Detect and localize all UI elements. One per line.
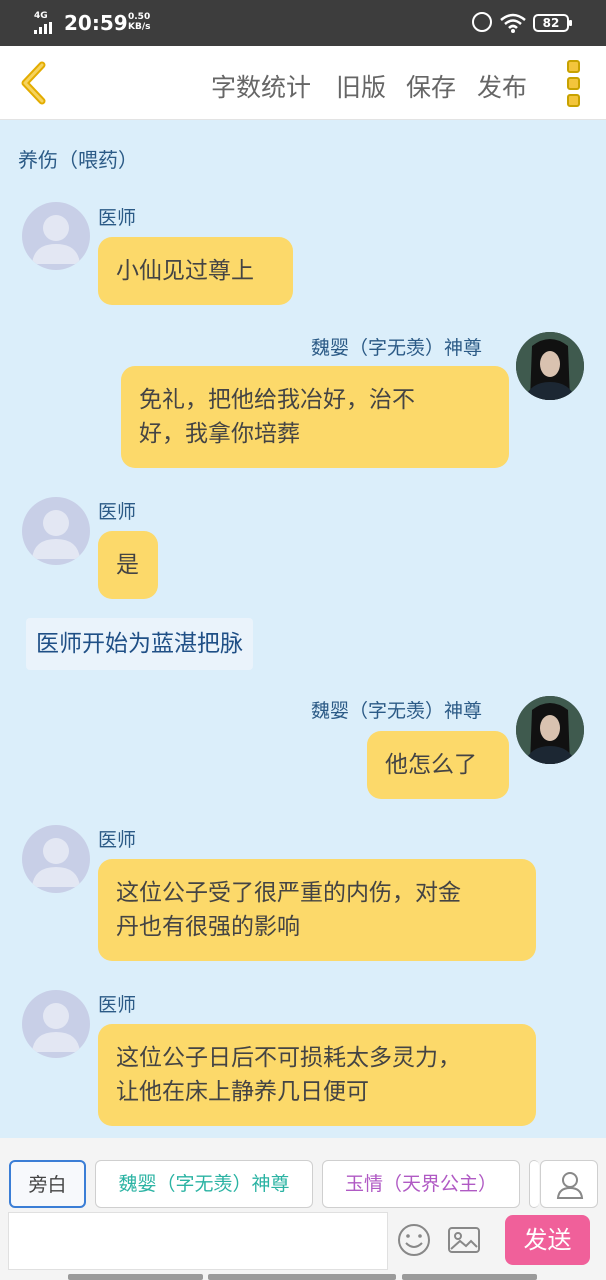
- net-speed-unit: KB/s: [128, 22, 151, 32]
- speaker-name: 医师: [98, 994, 137, 1016]
- clock: 20:59: [64, 11, 128, 35]
- message-bubble[interactable]: 他怎么了: [367, 731, 509, 799]
- image-icon[interactable]: [446, 1222, 482, 1258]
- word-count-button[interactable]: 字数统计: [211, 68, 311, 104]
- save-button[interactable]: 保存: [406, 68, 456, 104]
- message-bubble[interactable]: 这位公子日后不可损耗太多灵力， 让他在床上静养几日便可: [98, 1024, 536, 1126]
- speaker-name: 魏婴（字无羡）神尊: [311, 700, 483, 722]
- send-button[interactable]: 发送: [505, 1215, 590, 1265]
- avatar[interactable]: [22, 990, 90, 1058]
- speaker-name: 医师: [98, 829, 137, 851]
- speaker-name: 魏婴（字无羡）神尊: [311, 337, 483, 359]
- status-bar: 4G 20:59 0.50 KB/s 82: [0, 0, 606, 46]
- character-manage-button[interactable]: [540, 1160, 598, 1208]
- signal-icon: [34, 22, 52, 34]
- nav-indicator: [68, 1274, 203, 1280]
- avatar[interactable]: [22, 202, 90, 270]
- nav-indicator: [208, 1274, 396, 1280]
- net-speed-value: 0.50: [128, 12, 151, 22]
- message-bubble[interactable]: 免礼，把他给我冶好，治不 好，我拿你培葬: [121, 366, 509, 468]
- character-chip-narrator[interactable]: 旁白: [9, 1160, 86, 1208]
- message-text-line: 让他在床上静养几日便可: [116, 1079, 369, 1105]
- net-speed: 0.50 KB/s: [128, 12, 150, 32]
- wifi-icon: [500, 13, 526, 33]
- alarm-icon: [472, 12, 492, 32]
- message-input[interactable]: [8, 1212, 388, 1270]
- publish-button[interactable]: 发布: [477, 68, 527, 104]
- message-text-line: 这位公子日后不可损耗太多灵力，: [116, 1045, 461, 1071]
- section-title: 养伤（喂药）: [18, 148, 138, 172]
- avatar-photo[interactable]: [516, 696, 584, 764]
- message-bubble[interactable]: 这位公子受了很严重的内伤，对金 丹也有很强的影响: [98, 859, 536, 961]
- avatar[interactable]: [22, 497, 90, 565]
- speaker-name: 医师: [98, 501, 137, 523]
- speaker-name: 医师: [98, 207, 137, 229]
- character-chip-weiying[interactable]: 魏婴（字无羡）神尊: [95, 1160, 313, 1208]
- more-menu-icon[interactable]: [560, 60, 586, 108]
- character-chip-partial[interactable]: [529, 1160, 539, 1208]
- battery-icon: 82: [533, 14, 572, 32]
- message-text-line: 丹也有很强的影响: [116, 914, 300, 940]
- message-text: 是: [116, 552, 139, 578]
- message-text: 他怎么了: [385, 752, 477, 778]
- message-text-line: 这位公子受了很严重的内伤，对金: [116, 880, 461, 906]
- message-text: 小仙见过尊上: [116, 258, 254, 284]
- avatar[interactable]: [22, 825, 90, 893]
- avatar-photo[interactable]: [516, 332, 584, 400]
- character-chip-yuqing[interactable]: 玉情（天界公主）: [322, 1160, 520, 1208]
- old-version-button[interactable]: 旧版: [336, 68, 386, 104]
- editor-toolbar: 字数统计 旧版 保存 发布: [0, 46, 606, 120]
- emoji-icon[interactable]: [396, 1222, 432, 1258]
- narration-text[interactable]: 医师开始为蓝湛把脉: [26, 618, 253, 670]
- person-icon: [556, 1172, 584, 1199]
- message-bubble[interactable]: 是: [98, 531, 158, 599]
- chevron-left-icon[interactable]: [14, 60, 54, 106]
- nav-indicator: [402, 1274, 537, 1280]
- message-text-line: 好，我拿你培葬: [139, 421, 300, 447]
- message-bubble[interactable]: 小仙见过尊上: [98, 237, 293, 305]
- message-text-line: 免礼，把他给我冶好，治不: [139, 387, 415, 413]
- network-type: 4G: [34, 11, 48, 21]
